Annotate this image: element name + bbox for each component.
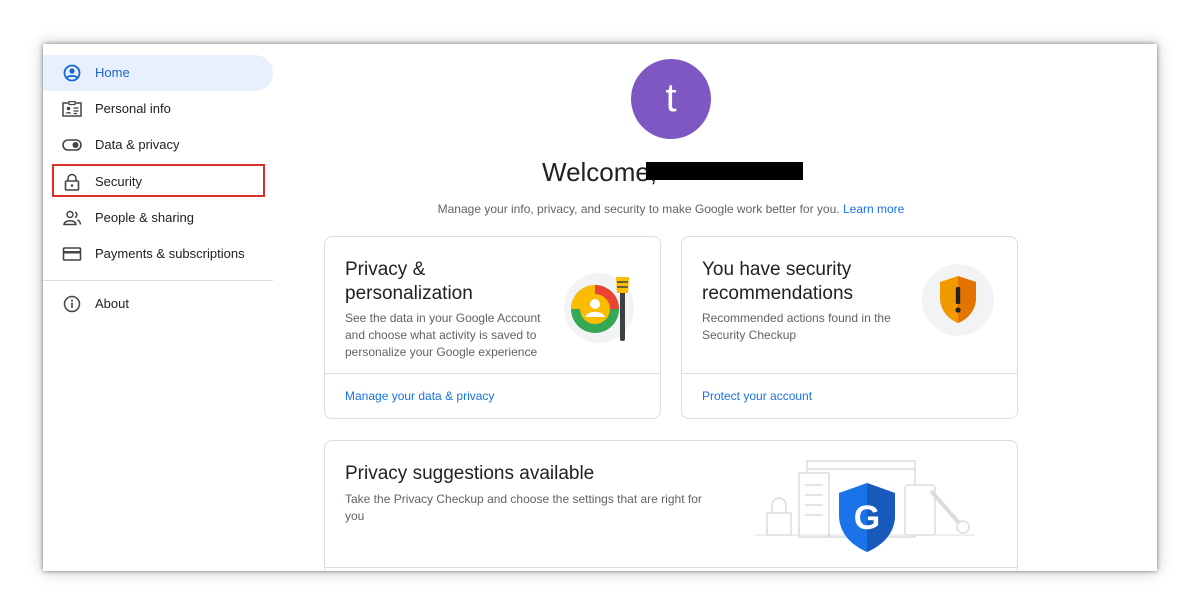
security-highlight-box	[52, 164, 265, 197]
security-recommendations-card: You have security recommendations Recomm…	[681, 236, 1018, 419]
sidebar-divider	[43, 280, 273, 281]
sidebar-item-personal-info[interactable]: Personal info	[43, 91, 273, 127]
welcome-heading: Welcome,	[542, 157, 658, 187]
sidebar-item-payments-subscriptions[interactable]: Payments & subscriptions	[43, 236, 273, 272]
card-description: See the data in your Google Account and …	[345, 311, 541, 359]
page-subtitle: Manage your info, privacy, and security …	[325, 201, 1017, 217]
id-card-icon	[62, 100, 82, 118]
people-icon	[62, 209, 82, 227]
protect-account-link[interactable]: Protect your account	[702, 388, 812, 404]
account-window: Home Personal info Data & privacy Securi…	[43, 44, 1157, 571]
privacy-suggestions-card: Privacy suggestions available Take the P…	[324, 440, 1018, 571]
sidebar-item-home[interactable]: Home	[43, 55, 273, 91]
sidebar-item-label: About	[95, 296, 129, 311]
card-divider	[682, 373, 1017, 374]
sidebar-item-label: Data & privacy	[95, 137, 180, 152]
card-description: Recommended actions found in the Securit…	[702, 311, 891, 342]
avatar[interactable]: t	[631, 59, 711, 139]
warning-shield-icon	[920, 262, 996, 343]
sidebar-item-label: People & sharing	[95, 210, 195, 225]
privacy-personalization-card: Privacy & personalization See the data i…	[324, 236, 661, 419]
card-divider	[325, 373, 660, 374]
sidebar-item-about[interactable]: About	[43, 286, 273, 322]
privacy-checkup-illustration: G	[745, 455, 985, 570]
sidebar-item-label: Payments & subscriptions	[95, 246, 245, 261]
sidebar-item-label: Personal info	[95, 101, 171, 116]
subtitle-text: Manage your info, privacy, and security …	[437, 202, 840, 216]
card-title: You have security recommendations	[702, 259, 854, 304]
privacy-illustration-icon	[563, 271, 643, 356]
sidebar-item-label: Home	[95, 65, 130, 80]
shield-badge-letter: G	[854, 499, 880, 537]
toggle-icon	[62, 136, 82, 154]
card-title: Privacy suggestions available	[345, 463, 595, 484]
credit-card-icon	[62, 245, 82, 263]
sidebar-item-data-privacy[interactable]: Data & privacy	[43, 127, 273, 163]
info-icon	[62, 295, 82, 313]
manage-data-privacy-link[interactable]: Manage your data & privacy	[345, 388, 494, 404]
redacted-name	[646, 162, 803, 180]
card-title: Privacy & personalization	[345, 259, 473, 304]
card-description: Take the Privacy Checkup and choose the …	[345, 492, 702, 523]
account-circle-icon	[62, 64, 82, 82]
learn-more-link[interactable]: Learn more	[843, 202, 904, 216]
sidebar-item-people-sharing[interactable]: People & sharing	[43, 200, 273, 236]
